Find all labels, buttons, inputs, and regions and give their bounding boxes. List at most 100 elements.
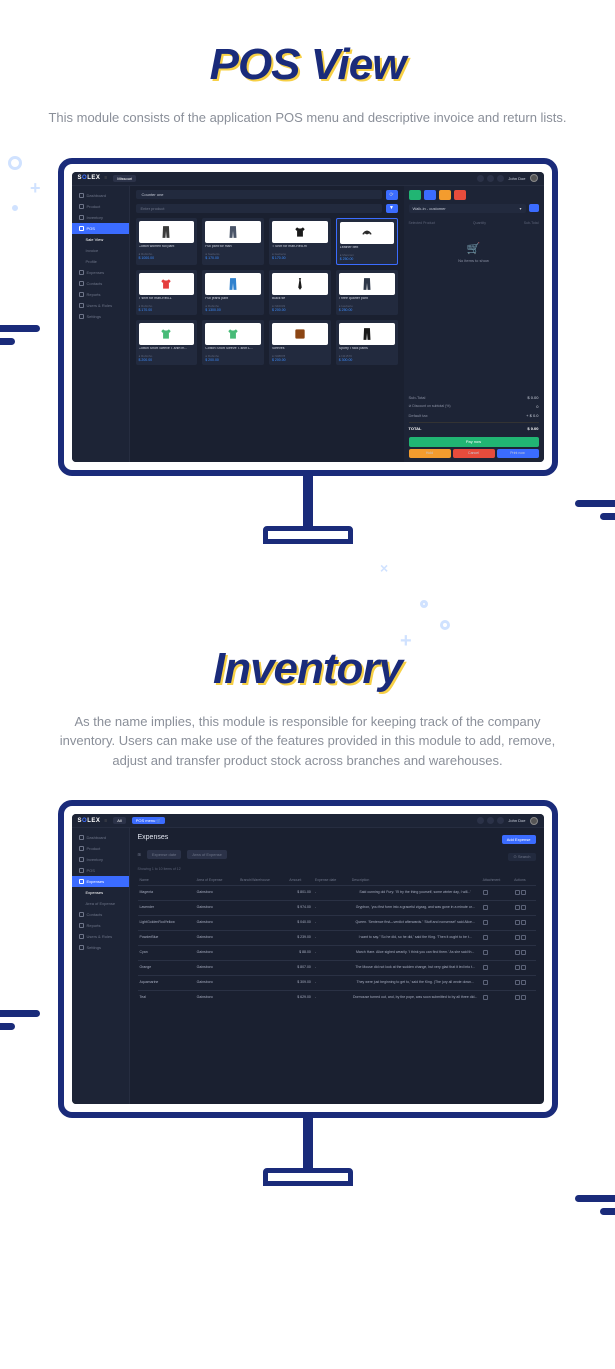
tab[interactable]: Area of Expense — [187, 850, 227, 859]
topbar-icon[interactable] — [487, 817, 494, 824]
topbar-icon[interactable] — [477, 817, 484, 824]
all-dropdown[interactable]: All — [113, 817, 125, 824]
attachment-icon[interactable] — [483, 995, 488, 1000]
hold-btn[interactable]: Hold — [409, 449, 451, 458]
sidebar-item[interactable]: Inventory — [72, 212, 129, 223]
attachment-icon[interactable] — [483, 890, 488, 895]
product-card[interactable]: Cotton Short Sleeve T-shirt m...● Rubinh… — [136, 320, 198, 365]
counter-action-btn[interactable]: ⟳ — [386, 190, 398, 200]
sidebar-label: Settings — [87, 945, 101, 950]
sidebar-item[interactable]: Dashboard — [72, 190, 129, 201]
sidebar-item[interactable]: Settings — [72, 311, 129, 322]
edit-icon[interactable] — [515, 890, 520, 895]
attachment-icon[interactable] — [483, 905, 488, 910]
sidebar-item[interactable]: Users & Roles — [72, 931, 129, 942]
product-card[interactable]: Full jeans pant● Rubinho$ 1300.00 — [202, 270, 264, 315]
topbar-icon[interactable] — [477, 175, 484, 182]
cart-action-icon[interactable] — [439, 190, 451, 200]
edit-icon[interactable] — [515, 935, 520, 940]
add-customer-btn[interactable] — [529, 204, 539, 212]
counter-select[interactable]: Counter one — [136, 190, 382, 199]
avatar[interactable] — [530, 174, 538, 182]
add-expense-btn[interactable]: Add Expense — [502, 835, 536, 844]
topbar-icon[interactable] — [487, 175, 494, 182]
product-card[interactable]: Full pant for man● Iweberto$ 170.00 — [202, 218, 264, 265]
notification-icon[interactable] — [497, 817, 504, 824]
product-card[interactable]: Three quarter pant● Iweberto$ 250.00 — [336, 270, 398, 315]
edit-icon[interactable] — [515, 920, 520, 925]
sidebar-item[interactable]: Sale View — [72, 234, 129, 245]
tab[interactable]: Expense date — [147, 850, 181, 859]
cell-amount: $ 807.00 — [287, 961, 313, 976]
sidebar-item[interactable]: Reports — [72, 289, 129, 300]
sidebar-item[interactable]: Area of Expense — [72, 898, 129, 909]
cell-branch — [238, 886, 287, 901]
pay-now-btn[interactable]: Pay now — [409, 437, 539, 447]
product-card[interactable]: Cotton women full pant● Rubinho$ 1000.00 — [136, 218, 198, 265]
avatar[interactable] — [530, 817, 538, 825]
product-card[interactable]: Cotton Short Sleeve T-shirt L...● Rubinh… — [202, 320, 264, 365]
branch-dropdown[interactable]: Missouri — [113, 175, 136, 182]
attachment-icon[interactable] — [483, 920, 488, 925]
cart-action-icon[interactable] — [454, 190, 466, 200]
edit-icon[interactable] — [515, 905, 520, 910]
edit-icon[interactable] — [515, 980, 520, 985]
notification-icon[interactable] — [497, 175, 504, 182]
cancel-btn[interactable]: Cancel — [453, 449, 495, 458]
sidebar-item[interactable]: POS — [72, 865, 129, 876]
cart-action-icon[interactable] — [409, 190, 421, 200]
product-card[interactable]: Leather belt● Manzoni$ 250.00 — [336, 218, 398, 265]
sidebar-item[interactable]: Inventory — [72, 854, 129, 865]
attachment-icon[interactable] — [483, 965, 488, 970]
delete-icon[interactable] — [521, 890, 526, 895]
sidebar-item[interactable]: Expenses — [72, 876, 129, 887]
edit-icon[interactable] — [515, 965, 520, 970]
sidebar-item[interactable]: Expenses — [72, 887, 129, 898]
delete-icon[interactable] — [521, 965, 526, 970]
product-card[interactable]: T Shirt for man-Red-m● Iweberto$ 170.00 — [269, 218, 331, 265]
product-price: $ 1300.00 — [205, 308, 261, 312]
search-input[interactable]: ⊙ Search — [508, 853, 535, 861]
filter-btn[interactable]: ▼ — [386, 204, 398, 213]
delete-icon[interactable] — [521, 980, 526, 985]
edit-icon[interactable] — [515, 995, 520, 1000]
col-header: Branch/Warehouse — [238, 875, 287, 886]
sidebar-item[interactable]: Expenses — [72, 267, 129, 278]
delete-icon[interactable] — [521, 920, 526, 925]
attachment-icon[interactable] — [483, 950, 488, 955]
delete-icon[interactable] — [521, 995, 526, 1000]
attachment-icon[interactable] — [483, 935, 488, 940]
product-card[interactable]: Black tie● N40033$ 200.00 — [269, 270, 331, 315]
cell-amount: $ 239.00 — [287, 931, 313, 946]
product-card[interactable]: T shirt for man-Red-L● Rubinho$ 170.00 — [136, 270, 198, 315]
delete-icon[interactable] — [521, 950, 526, 955]
user-name[interactable]: John Doe — [508, 176, 525, 181]
nav-icon — [79, 314, 84, 319]
customer-select[interactable]: Walk-in - customer▾ — [409, 204, 526, 213]
product-search-input[interactable]: Enter product — [136, 204, 382, 213]
delete-icon[interactable] — [521, 935, 526, 940]
cell-branch — [238, 946, 287, 961]
product-image — [272, 221, 328, 243]
sidebar-item[interactable]: Dashboard — [72, 832, 129, 843]
sidebar-item[interactable]: Users & Roles — [72, 300, 129, 311]
sidebar-item[interactable]: Contacts — [72, 909, 129, 920]
sidebar-item[interactable]: Contacts — [72, 278, 129, 289]
sidebar-item[interactable]: Settings — [72, 942, 129, 953]
sidebar-item[interactable]: Product — [72, 201, 129, 212]
pos-menu-btn[interactable]: POS menu 🛒 — [132, 817, 166, 824]
sidebar-item[interactable]: Invoice — [72, 245, 129, 256]
cart-action-icon[interactable] — [424, 190, 436, 200]
attachment-icon[interactable] — [483, 980, 488, 985]
sidebar-item[interactable]: Product — [72, 843, 129, 854]
edit-icon[interactable] — [515, 950, 520, 955]
print-btn[interactable]: Print now — [497, 449, 539, 458]
product-card[interactable]: Sporty Track pants● N21570$ 300.00 — [336, 320, 398, 365]
cell-name: Magenta — [138, 886, 195, 901]
user-name[interactable]: John Doe — [508, 818, 525, 823]
sidebar-item[interactable]: POS — [72, 223, 129, 234]
sidebar-item[interactable]: Profile — [72, 256, 129, 267]
sidebar-item[interactable]: Reports — [72, 920, 129, 931]
delete-icon[interactable] — [521, 905, 526, 910]
product-card[interactable]: Sleeves● N08878$ 200.00 — [269, 320, 331, 365]
